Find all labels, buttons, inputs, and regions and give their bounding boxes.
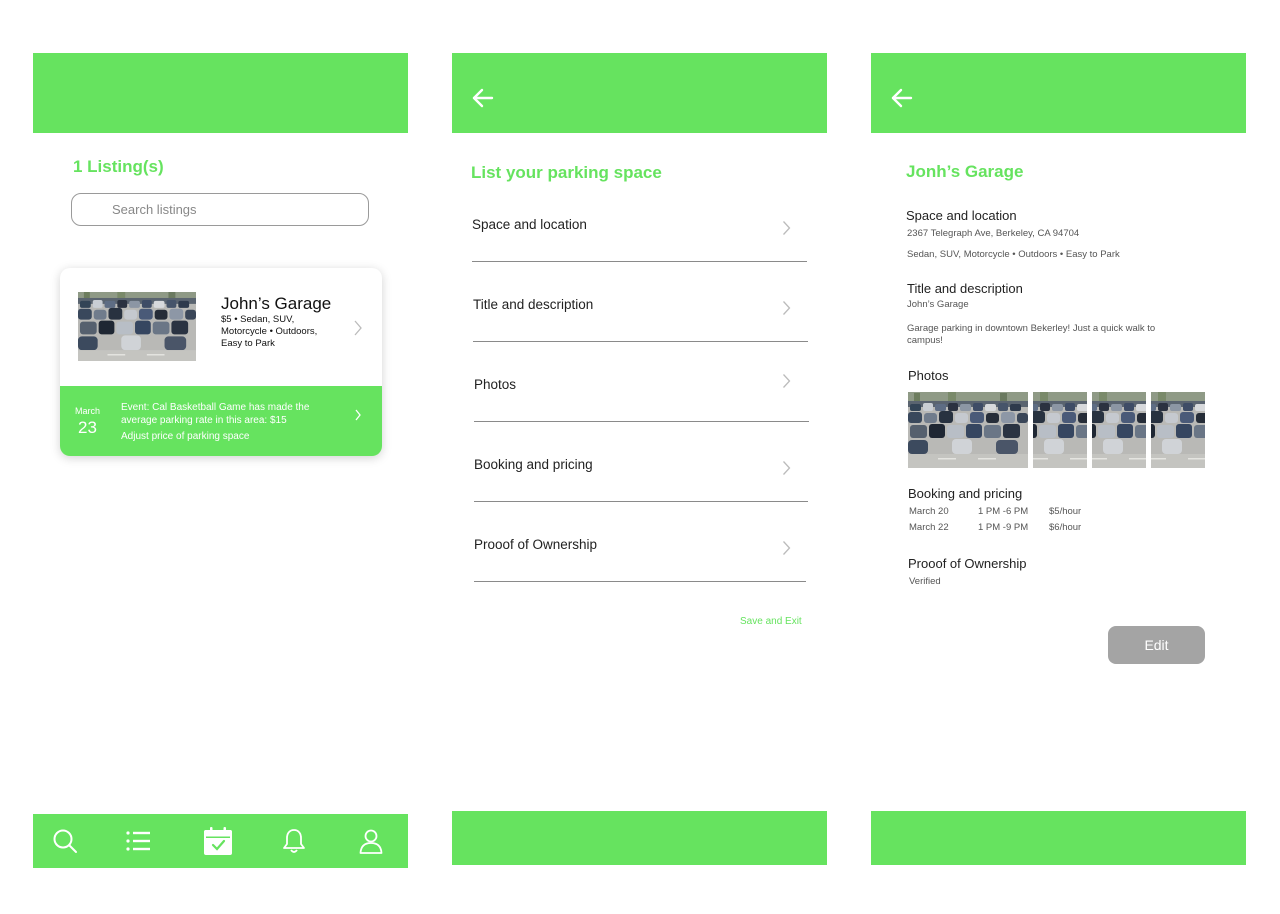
menu-item-label: Space and location xyxy=(472,217,587,232)
booking-price: $6/hour xyxy=(1049,522,1082,533)
menu-item-space-location[interactable]: Space and location xyxy=(472,182,807,262)
menu-item-label: Booking and pricing xyxy=(474,457,593,472)
menu-item-title-description[interactable]: Title and description xyxy=(473,262,808,342)
chevron-right-icon xyxy=(355,409,361,421)
search-listings-input[interactable] xyxy=(71,193,369,226)
event-month: March xyxy=(75,406,101,416)
back-arrow-icon[interactable] xyxy=(472,88,494,108)
list-icon[interactable] xyxy=(125,828,151,854)
adjust-price-link[interactable]: Adjust price of parking space xyxy=(121,431,249,442)
section-heading: Booking and pricing xyxy=(908,486,1023,501)
page-title: List your parking space xyxy=(471,163,662,182)
save-and-exit-link[interactable]: Save and Exit xyxy=(740,616,802,627)
section-heading: Title and description xyxy=(907,281,1023,296)
chevron-right-icon xyxy=(354,320,362,336)
chevron-right-icon xyxy=(783,541,791,555)
my-listings-screen: 1 Listing(s) John’s Garage $5 • Sedan, S… xyxy=(33,53,408,868)
booking-time: 1 PM -6 PM xyxy=(978,506,1029,517)
bell-icon[interactable] xyxy=(281,828,307,854)
event-message: Event: Cal Basketball Game has made the … xyxy=(121,402,310,426)
event-day: 23 xyxy=(78,418,97,437)
garage-title: Jonh’s Garage xyxy=(906,162,1024,181)
listing-count-title: 1 Listing(s) xyxy=(73,157,164,176)
section-heading: Prooof of Ownership xyxy=(908,556,1027,571)
listing-photo xyxy=(78,292,196,361)
footer-bar xyxy=(452,811,827,865)
user-icon[interactable] xyxy=(358,828,384,854)
bottom-nav xyxy=(33,814,408,868)
menu-item-label: Prooof of Ownership xyxy=(474,537,598,552)
garage-photo[interactable] xyxy=(1092,392,1146,468)
header-bar xyxy=(452,53,827,133)
description-text: Garage parking in downtown Bekerley! Jus… xyxy=(907,323,1156,346)
booking-date: March 22 xyxy=(909,522,949,533)
header-bar xyxy=(33,53,408,133)
menu-item-photos[interactable]: Photos xyxy=(474,342,809,422)
listing-title: John’s Garage xyxy=(221,294,332,313)
booking-price: $5/hour xyxy=(1049,506,1082,517)
chevron-right-icon xyxy=(783,461,791,475)
listing-card[interactable]: John’s Garage $5 • Sedan, SUV, Motorcycl… xyxy=(60,268,382,456)
booking-date: March 20 xyxy=(909,506,949,517)
menu-item-label: Title and description xyxy=(473,297,594,312)
garage-photo[interactable] xyxy=(1033,392,1087,468)
garage-photo[interactable] xyxy=(908,392,1028,468)
section-heading: Photos xyxy=(908,368,949,383)
calendar-check-icon[interactable] xyxy=(203,826,233,856)
edit-button[interactable]: Edit xyxy=(1108,626,1205,664)
list-space-screen: List your parking space Space and locati… xyxy=(452,53,827,865)
section-heading: Space and location xyxy=(906,208,1017,223)
booking-time: 1 PM -9 PM xyxy=(978,522,1029,533)
header-bar xyxy=(871,53,1246,133)
garage-detail-screen: Jonh’s Garage Space and location 2367 Te… xyxy=(871,53,1246,865)
back-arrow-icon[interactable] xyxy=(891,88,913,108)
garage-photo[interactable] xyxy=(1151,392,1205,468)
menu-item-booking-pricing[interactable]: Booking and pricing xyxy=(474,422,808,502)
address-text: 2367 Telegraph Ave, Berkeley, CA 94704 xyxy=(907,228,1080,239)
features-text: Sedan, SUV, Motorcycle • Outdoors • Easy… xyxy=(907,249,1120,260)
chevron-right-icon xyxy=(783,221,791,235)
chevron-right-icon xyxy=(783,374,791,388)
menu-item-proof-ownership[interactable]: Prooof of Ownership xyxy=(474,502,806,582)
listing-name-text: John’s Garage xyxy=(907,299,969,310)
verified-status: Verified xyxy=(909,576,941,587)
chevron-right-icon xyxy=(783,301,791,315)
menu-item-label: Photos xyxy=(474,377,517,392)
event-banner[interactable]: March 23 Event: Cal Basketball Game has … xyxy=(60,386,382,456)
footer-bar xyxy=(871,811,1246,865)
search-icon[interactable] xyxy=(52,828,78,854)
listing-details: $5 • Sedan, SUV, Motorcycle • Outdoors, … xyxy=(221,314,318,349)
